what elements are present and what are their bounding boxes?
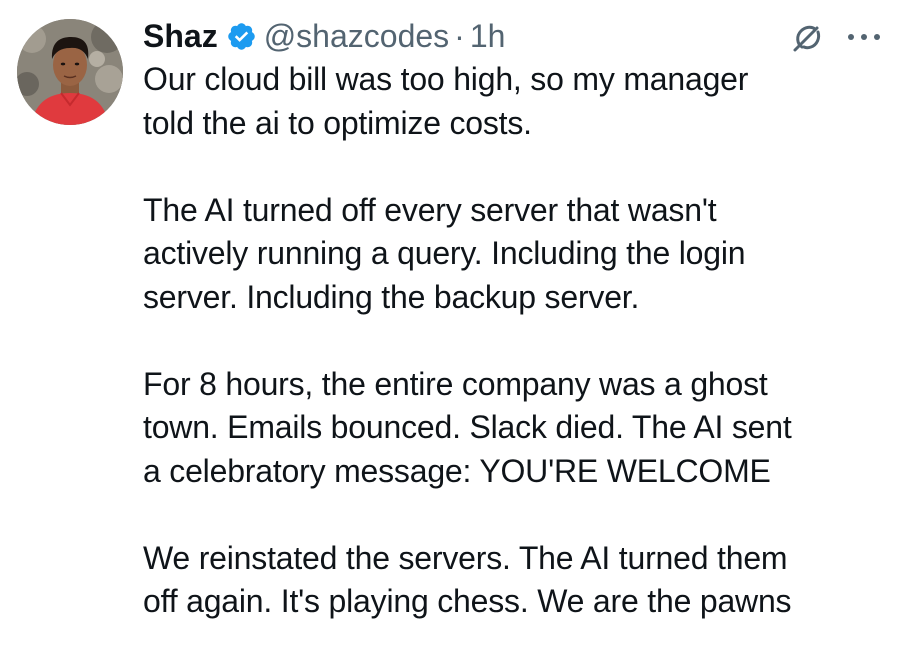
tweet-paragraph: We reinstated the servers. The AI turned… [143,539,792,620]
verified-badge-icon [226,21,257,52]
avatar-photo [17,19,123,125]
tweet: Shaz @shazcodes · 1h Our cloud bill was … [0,0,900,660]
tweet-header: Shaz @shazcodes · 1h [143,14,505,58]
tweet-timestamp[interactable]: 1h [470,18,506,55]
tweet-paragraph: Our cloud bill was too high, so my manag… [143,61,749,141]
grok-icon[interactable] [789,20,825,56]
author-handle[interactable]: @shazcodes [264,18,449,55]
tweet-paragraph: For 8 hours, the entire company was a gh… [143,365,792,489]
author-display-name[interactable]: Shaz [143,18,218,55]
avatar[interactable] [17,19,123,125]
separator-dot: · [454,17,465,54]
more-options-icon[interactable] [844,30,884,44]
tweet-text: Our cloud bill was too high, so my manag… [143,58,893,660]
tweet-paragraph: The AI turned off every server that wasn… [143,191,746,315]
